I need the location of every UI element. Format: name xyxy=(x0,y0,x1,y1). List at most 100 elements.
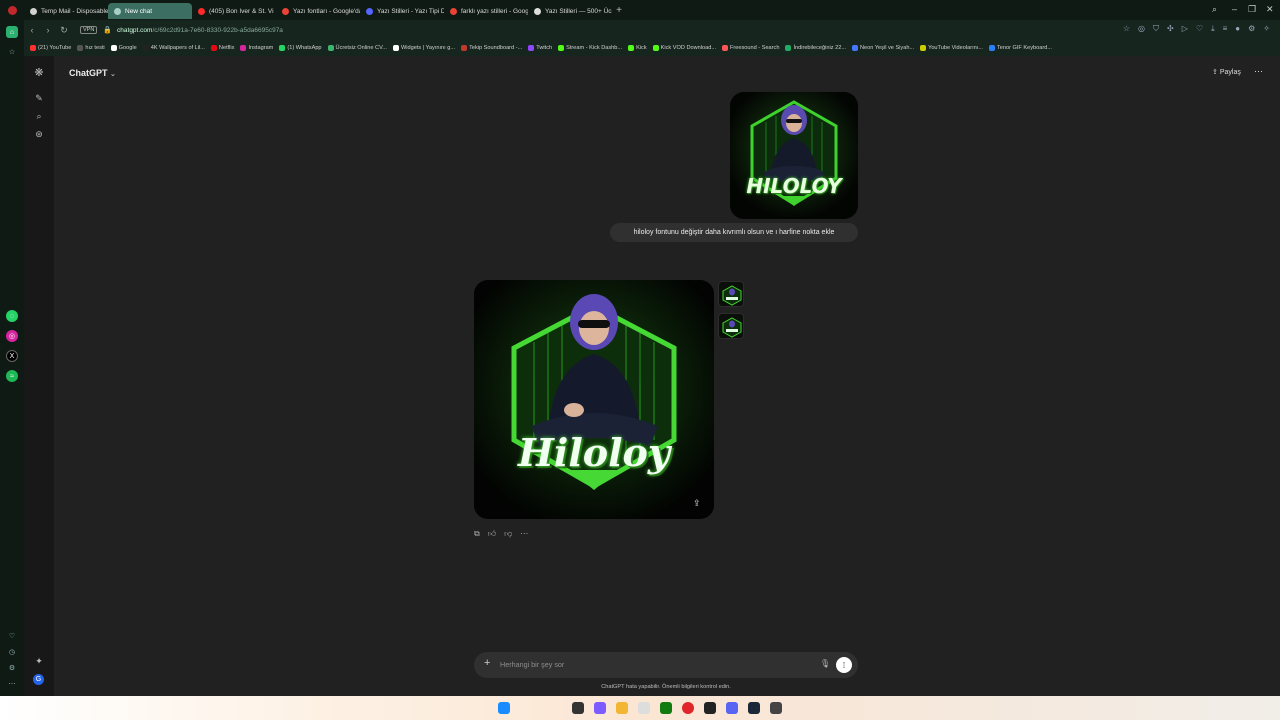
reload-icon[interactable]: ↻ xyxy=(56,25,72,36)
whatsapp-icon[interactable]: ◌ xyxy=(6,310,18,322)
bookmark-item[interactable]: Stream - Kick Dashb... xyxy=(558,45,622,51)
x-icon[interactable]: X xyxy=(6,350,18,362)
back-icon[interactable]: ‹ xyxy=(24,25,40,35)
user-uploaded-image[interactable]: HILOLOY xyxy=(730,92,858,219)
browser-tab[interactable]: Yazı Stilleri - Yazı Tipi Değ xyxy=(360,3,444,19)
camera-icon[interactable]: ◎ xyxy=(1138,24,1145,34)
image-thumbnail-2[interactable] xyxy=(718,313,744,339)
search-tabs-icon[interactable]: ⌕ xyxy=(1212,4,1217,15)
bookmark-item[interactable]: Twitch xyxy=(528,45,552,51)
bookmark-label: Tenor GIF Keyboard... xyxy=(996,45,1052,51)
browser-tab[interactable]: New chat xyxy=(108,3,192,19)
thumbs-down-icon[interactable]: 👎︎ xyxy=(504,529,512,539)
bookmark-label: Kick xyxy=(636,45,647,51)
image-thumbnail-1[interactable] xyxy=(718,281,744,307)
spotify-icon[interactable]: ≈ xyxy=(6,370,18,382)
history-icon[interactable]: ◷ xyxy=(6,646,18,658)
bookmark-item[interactable]: Kick xyxy=(628,45,647,51)
bookmark-item[interactable]: Tekip Soundboard -... xyxy=(461,45,522,51)
copilot-icon[interactable] xyxy=(594,702,606,714)
browser-tab[interactable]: Yazı fontları - Google'da A xyxy=(276,3,360,19)
star-icon[interactable]: ☆ xyxy=(6,46,18,58)
windows-start-icon[interactable] xyxy=(498,702,510,714)
minimize-icon[interactable]: – xyxy=(1232,4,1237,14)
bookmark-item[interactable]: Ücretsiz Online CV... xyxy=(327,45,387,51)
forward-icon[interactable]: › xyxy=(40,25,56,35)
maximize-icon[interactable]: ❐ xyxy=(1248,4,1256,15)
discord-icon[interactable] xyxy=(726,702,738,714)
new-tab-button[interactable]: + xyxy=(612,5,626,16)
opera-icon[interactable] xyxy=(682,702,694,714)
file-explorer-icon[interactable] xyxy=(616,702,628,714)
epic-games-icon[interactable] xyxy=(770,702,782,714)
url-field[interactable]: chatgpt.com/c/69c2d91a-7e60-8330-922b-a5… xyxy=(117,27,283,34)
tab-favicon-icon xyxy=(114,7,121,15)
xbox-icon[interactable] xyxy=(660,702,672,714)
download-icon[interactable]: ⤓ xyxy=(1211,24,1215,34)
lock-icon[interactable]: 🔒 xyxy=(103,26,112,34)
settings-icon[interactable]: ⚙ xyxy=(6,662,18,674)
bookmark-item[interactable]: 4K Wallpapers of Lil... xyxy=(142,45,205,51)
thumbs-up-icon[interactable]: 👍︎ xyxy=(488,529,496,539)
bookmark-item[interactable]: Neon Yeşil ve Siyah... xyxy=(852,45,914,51)
profile-icon[interactable]: ● xyxy=(1235,24,1240,34)
shield-icon[interactable]: ⛉ xyxy=(1153,24,1159,34)
extensions-icon[interactable]: ✣ xyxy=(1167,24,1174,34)
generated-image[interactable]: Hiloloy ⇪ xyxy=(474,280,714,519)
tab-favicon-icon xyxy=(198,7,205,15)
more-options-icon[interactable]: ⋯ xyxy=(1254,66,1263,77)
message-actions: ⧉ 👍︎ 👎︎ ⋯ xyxy=(474,529,528,539)
bookmark-icon[interactable]: ☆ xyxy=(1123,24,1130,34)
bookmark-item[interactable]: Instagram xyxy=(240,45,273,51)
new-chat-icon[interactable]: ✎ xyxy=(33,93,45,104)
play-icon[interactable]: ▷ xyxy=(1182,24,1188,34)
browser-tab[interactable]: (405) Bon Iver & St. Vi xyxy=(192,3,276,19)
close-icon[interactable]: ✕ xyxy=(1266,4,1274,15)
microphone-icon[interactable]: 🎙︎ xyxy=(820,659,830,668)
sparkle-icon[interactable]: ✦ xyxy=(33,656,45,667)
more-actions-icon[interactable]: ⋯ xyxy=(520,529,528,539)
instagram-icon[interactable]: ◎ xyxy=(6,330,18,342)
browser-tab[interactable]: Temp Mail - Disposable T xyxy=(24,3,108,19)
bookmark-item[interactable]: Kick VOD Download... xyxy=(652,45,716,51)
avatar[interactable]: G xyxy=(33,674,44,685)
bookmark-item[interactable]: hız testi xyxy=(77,45,105,51)
model-selector[interactable]: ChatGPT ⌄ xyxy=(69,68,116,78)
ai-icon[interactable]: ✧ xyxy=(1263,24,1270,34)
home-icon[interactable]: ⌂ xyxy=(6,26,18,38)
bookmark-item[interactable]: Widgets | Yayınını g... xyxy=(392,45,455,51)
browser-tab[interactable]: Yazı Stilleri — 500+ Ücret xyxy=(528,3,612,19)
bookmark-item[interactable]: Freesound - Search xyxy=(722,45,779,51)
heart-icon[interactable]: ♡ xyxy=(1196,24,1203,34)
app-icon[interactable] xyxy=(704,702,716,714)
bookmark-label: Kick VOD Download... xyxy=(660,45,716,51)
prompt-input[interactable]: Herhangi bir şey sor xyxy=(500,660,564,669)
heart-icon[interactable]: ♡ xyxy=(6,630,18,642)
bookmark-item[interactable]: (1) WhatsApp xyxy=(279,45,322,51)
bookmark-item[interactable]: YouTube Videolarını... xyxy=(920,45,983,51)
openai-logo-icon[interactable]: ❋ xyxy=(33,66,45,79)
voice-mode-button[interactable]: ⁞ xyxy=(836,657,852,673)
attach-icon[interactable]: + xyxy=(484,657,490,669)
browser-menu-icon[interactable] xyxy=(0,0,24,20)
bookmark-item[interactable]: Netflix xyxy=(210,45,234,51)
notepad-icon[interactable] xyxy=(638,702,650,714)
bookmark-item[interactable]: Google xyxy=(110,45,137,51)
toolbar-icons: ☆ ◎ ⛉ ✣ ▷ ♡ ⤓ ≡ ● ⚙ ✧ xyxy=(1123,24,1270,34)
menu-icon[interactable]: ≡ xyxy=(1223,24,1228,34)
bookmark-favicon-icon xyxy=(722,45,728,51)
vpn-badge[interactable]: VPN xyxy=(80,26,98,34)
search-icon[interactable]: ⌕ xyxy=(33,111,45,122)
more-icon[interactable]: ⋯ xyxy=(6,678,18,690)
share-button[interactable]: ⇪ Paylaş xyxy=(1212,68,1241,76)
settings-icon[interactable]: ⚙ xyxy=(1248,24,1255,34)
browser-tab[interactable]: farklı yazı stilleri - Google xyxy=(444,3,528,19)
library-icon[interactable]: ⊛ xyxy=(33,129,45,140)
bookmark-item[interactable]: İndirebileceğiniz 22... xyxy=(785,45,846,51)
steam-icon[interactable] xyxy=(748,702,760,714)
bookmark-item[interactable]: (21) YouTube xyxy=(30,45,71,51)
share-image-icon[interactable]: ⇪ xyxy=(693,498,701,509)
bookmark-item[interactable]: Tenor GIF Keyboard... xyxy=(988,45,1052,51)
task-view-icon[interactable] xyxy=(572,702,584,714)
copy-icon[interactable]: ⧉ xyxy=(474,529,480,539)
